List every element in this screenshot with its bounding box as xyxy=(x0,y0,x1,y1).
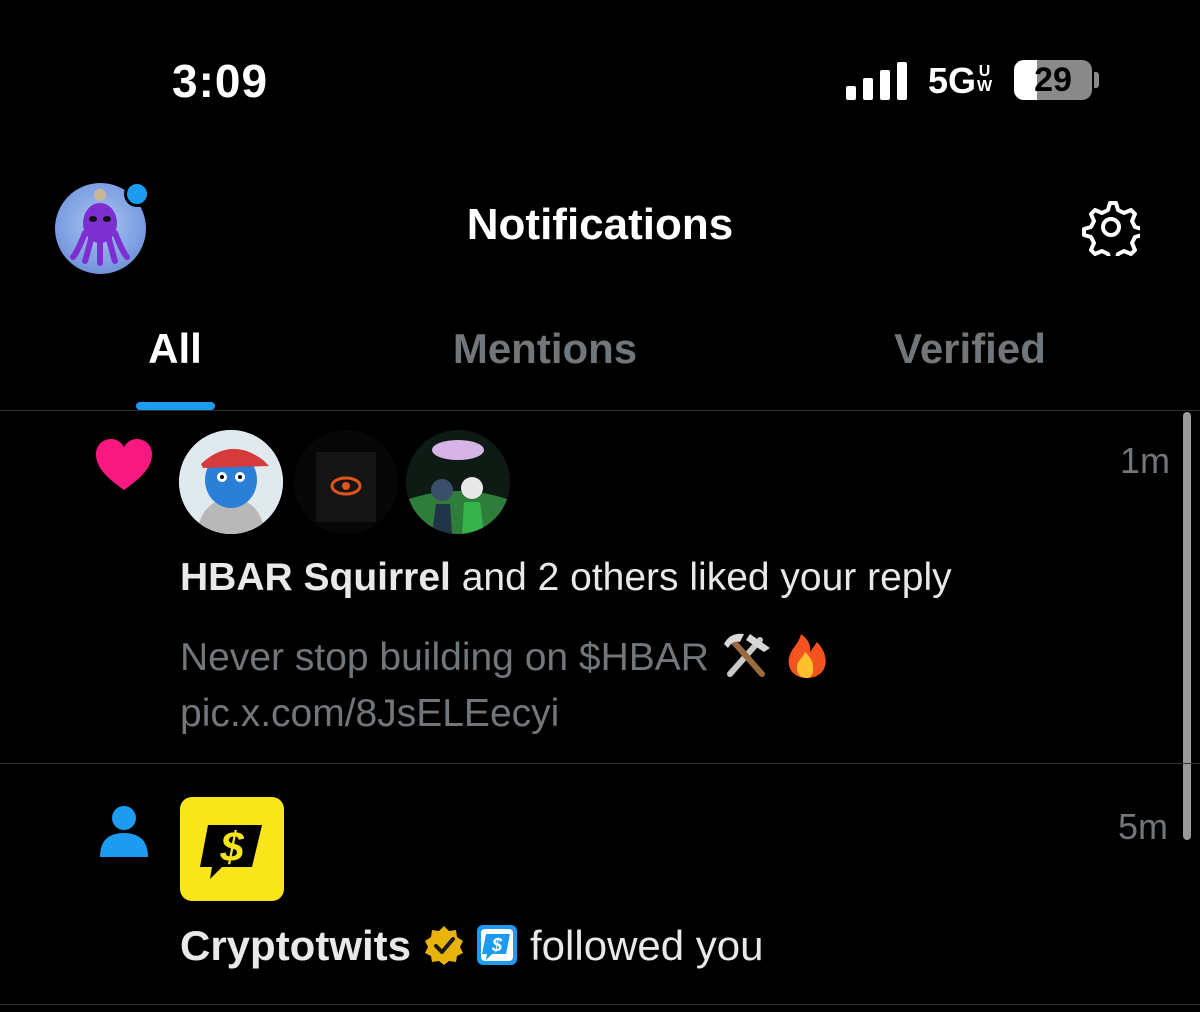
svg-text:$: $ xyxy=(219,823,244,870)
verified-badge-icon xyxy=(423,924,465,966)
battery-level: 29 xyxy=(1034,61,1072,99)
active-tab-indicator xyxy=(136,402,215,410)
fire-emoji-icon xyxy=(783,630,831,680)
scrollbar[interactable] xyxy=(1183,412,1191,840)
svg-text:$: $ xyxy=(491,935,503,955)
status-time: 3:09 xyxy=(172,55,269,107)
preview-link[interactable]: pic.x.com/8JsELEecyi xyxy=(180,692,559,735)
notification-summary: HBAR Squirrel and 2 others liked your re… xyxy=(180,556,952,600)
notification-time: 5m xyxy=(1118,806,1169,847)
page-title: Notifications xyxy=(466,200,734,249)
notification-summary: Cryptotwits $ followed you xyxy=(180,922,764,970)
tab-mentions[interactable]: Mentions xyxy=(420,325,670,373)
battery-icon: 29 xyxy=(1014,60,1092,100)
tab-all[interactable]: All xyxy=(110,325,240,373)
preview-text: Never stop building on $HBAR xyxy=(180,636,720,679)
signal-strength-icon xyxy=(846,62,908,100)
avatar-user-2[interactable] xyxy=(294,430,398,534)
heart-icon xyxy=(94,438,154,492)
reply-preview[interactable]: Never stop building on $HBAR pic.x.com/8… xyxy=(180,630,1160,742)
avatar-hbar-squirrel[interactable] xyxy=(179,430,283,534)
battery-cap xyxy=(1094,72,1099,88)
notification-time: 1m xyxy=(1120,440,1171,481)
notification-action: and 2 others liked your reply xyxy=(450,556,952,599)
avatar-user-3[interactable] xyxy=(406,430,510,534)
actor-name[interactable]: Cryptotwits xyxy=(180,922,411,969)
notification-action: followed you xyxy=(530,922,764,969)
actor-name[interactable]: HBAR Squirrel xyxy=(180,556,451,599)
settings-gear-icon[interactable] xyxy=(1082,198,1144,263)
hammer-pick-emoji-icon xyxy=(720,630,772,678)
affiliate-badge-icon: $ xyxy=(476,924,518,966)
tab-verified[interactable]: Verified xyxy=(860,325,1080,373)
network-type: 5G U W xyxy=(928,60,993,101)
avatar-cryptotwits[interactable]: $ xyxy=(180,797,284,901)
person-icon xyxy=(98,805,150,857)
notification-divider xyxy=(0,1004,1200,1005)
